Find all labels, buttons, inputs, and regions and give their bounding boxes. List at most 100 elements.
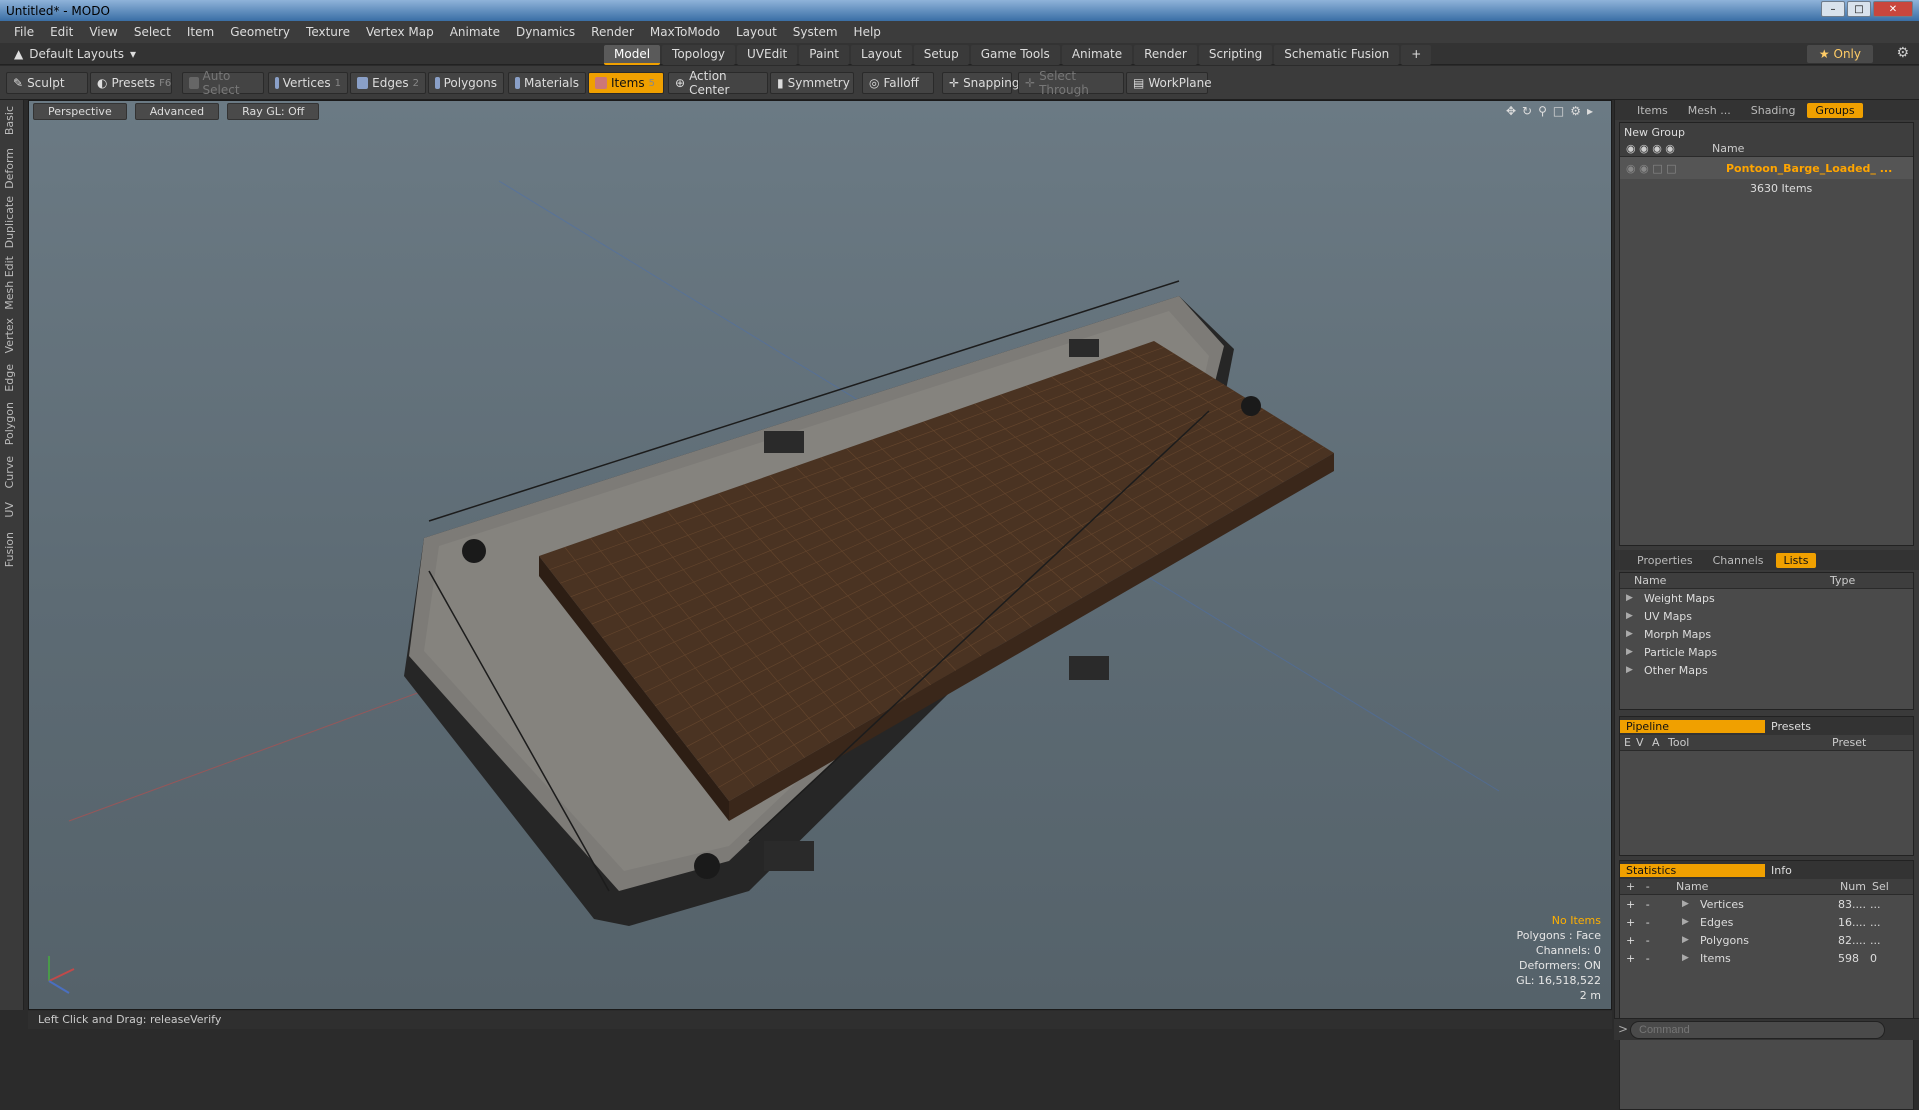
vertices-button[interactable]: Vertices 1 [268, 72, 348, 94]
menu-item[interactable]: Item [179, 25, 222, 39]
menu-help[interactable]: Help [846, 25, 889, 39]
left-tab-fusion[interactable]: Fusion [3, 532, 16, 567]
items-button[interactable]: Items 5 [588, 72, 664, 94]
edges-key: 2 [412, 77, 419, 89]
left-tab-polygon[interactable]: Polygon [3, 402, 16, 445]
tab-channels[interactable]: Channels [1705, 553, 1772, 568]
snapping-button[interactable]: ✛ Snapping [942, 72, 1019, 94]
tab-setup[interactable]: Setup [913, 45, 969, 65]
command-input[interactable] [1630, 1021, 1885, 1039]
menu-vertex-map[interactable]: Vertex Map [358, 25, 442, 39]
tab-groups[interactable]: Groups [1807, 102, 1863, 118]
presets-button[interactable]: ◐ Presets F6 [90, 72, 172, 94]
symmetry-button[interactable]: ▮ Symmetry [770, 72, 854, 94]
tab-pipeline[interactable]: Pipeline [1620, 719, 1765, 733]
tab-properties[interactable]: Properties [1629, 553, 1701, 568]
materials-button[interactable]: Materials [508, 72, 586, 94]
tab-render[interactable]: Render [1134, 45, 1197, 65]
gear-icon[interactable]: ⚙ [1896, 45, 1909, 61]
polygons-button[interactable]: Polygons [428, 72, 504, 94]
stat-row[interactable]: + - ▶ Edges 16....... [1620, 913, 1913, 931]
raygl-button[interactable]: Ray GL: Off [227, 103, 320, 120]
fit-icon[interactable]: □ [1553, 104, 1564, 118]
add-tab-button[interactable]: + [1401, 45, 1432, 65]
left-tab-vertex[interactable]: Vertex [3, 318, 16, 353]
new-group-button[interactable]: New Group [1620, 123, 1913, 141]
left-tab-uv[interactable]: UV [3, 502, 16, 518]
tab-statistics[interactable]: Statistics [1620, 863, 1765, 877]
presets-icon: ◐ [97, 76, 108, 90]
left-tab-basic[interactable]: Basic [3, 106, 16, 135]
left-tab-duplicate[interactable]: Duplicate [3, 196, 16, 248]
left-tab-mesh-edit[interactable]: Mesh Edit [3, 256, 16, 310]
menu-layout[interactable]: Layout [728, 25, 785, 39]
visibility-icons[interactable]: ◉ ◉ □ □ [1620, 162, 1726, 175]
advanced-button[interactable]: Advanced [134, 103, 220, 120]
edges-button[interactable]: Edges 2 [350, 72, 426, 94]
menu-render[interactable]: Render [583, 25, 642, 39]
tab-uvedit[interactable]: UVEdit [737, 45, 798, 65]
close-button[interactable]: ✕ [1873, 1, 1913, 17]
zoom-icon[interactable]: ⚲ [1538, 104, 1547, 118]
menu-geometry[interactable]: Geometry [222, 25, 298, 39]
left-tab-curve[interactable]: Curve [3, 456, 16, 488]
tab-info[interactable]: Info [1765, 864, 1792, 877]
stat-row[interactable]: + - ▶ Polygons 82....... [1620, 931, 1913, 949]
menu-file[interactable]: File [6, 25, 42, 39]
stat-num: 82.... [1838, 933, 1866, 947]
move-view-icon[interactable]: ✥ [1506, 104, 1516, 118]
tab-mesh[interactable]: Mesh ... [1680, 103, 1739, 118]
plus-minus-buttons[interactable]: + - [1620, 916, 1676, 929]
sculpt-button[interactable]: ✎ Sculpt [6, 72, 88, 94]
action-center-button[interactable]: ⊕ Action Center [668, 69, 768, 97]
viewport-gear-icon[interactable]: ⚙ [1570, 104, 1581, 118]
menu-maxtomodo[interactable]: MaxToModo [642, 25, 728, 39]
expand-icon: ▶ [1682, 935, 1689, 945]
list-item[interactable]: ▶ Morph Maps [1620, 625, 1913, 643]
select-through-button[interactable]: ✛ Select Through [1018, 69, 1124, 97]
menu-system[interactable]: System [785, 25, 846, 39]
auto-select-button[interactable]: Auto Select [182, 69, 264, 97]
menu-animate[interactable]: Animate [442, 25, 508, 39]
menu-texture[interactable]: Texture [298, 25, 358, 39]
stat-row[interactable]: + - ▶ Items 598 0 [1620, 949, 1913, 967]
rotate-view-icon[interactable]: ↻ [1522, 104, 1532, 118]
tab-topology[interactable]: Topology [662, 45, 736, 65]
tab-presets[interactable]: Presets [1765, 720, 1811, 733]
list-item[interactable]: ▶ Weight Maps [1620, 589, 1913, 607]
plus-minus-buttons[interactable]: + - [1620, 898, 1676, 911]
menu-view[interactable]: View [81, 25, 125, 39]
menu-select[interactable]: Select [126, 25, 179, 39]
tab-items[interactable]: Items [1629, 103, 1676, 118]
tab-shading[interactable]: Shading [1743, 103, 1804, 118]
list-item[interactable]: ▶ Particle Maps [1620, 643, 1913, 661]
tab-game-tools[interactable]: Game Tools [970, 45, 1060, 65]
viewport-menu-icon[interactable]: ▸ [1587, 104, 1593, 118]
workplane-button[interactable]: ▤ WorkPlane [1126, 72, 1212, 94]
tab-scripting[interactable]: Scripting [1198, 45, 1273, 65]
perspective-button[interactable]: Perspective [33, 103, 127, 120]
tab-lists[interactable]: Lists [1775, 552, 1817, 568]
group-row[interactable]: ◉ ◉ □ □ Pontoon_Barge_Loaded_ ... [1620, 157, 1913, 179]
stat-sel: ... [1870, 897, 1881, 911]
list-item[interactable]: ▶ UV Maps [1620, 607, 1913, 625]
stat-row[interactable]: + - ▶ Vertices 83....... [1620, 895, 1913, 913]
maximize-button[interactable]: □ [1847, 1, 1871, 17]
left-tab-edge[interactable]: Edge [3, 364, 16, 392]
list-item[interactable]: ▶ Other Maps [1620, 661, 1913, 679]
falloff-button[interactable]: ◎ Falloff [862, 72, 934, 94]
tab-animate[interactable]: Animate [1061, 45, 1133, 65]
only-button[interactable]: ★ Only [1806, 45, 1873, 63]
default-layouts-dropdown[interactable]: ▲ Default Layouts ▾ [14, 47, 136, 61]
tab-model[interactable]: Model [604, 45, 661, 65]
left-tab-deform[interactable]: Deform [3, 148, 16, 189]
menu-dynamics[interactable]: Dynamics [508, 25, 583, 39]
3d-viewport[interactable]: Perspective Advanced Ray GL: Off ✥ ↻ ⚲ □… [28, 100, 1612, 1010]
plus-minus-buttons[interactable]: + - [1620, 934, 1676, 947]
minimize-button[interactable]: – [1821, 1, 1845, 17]
tab-paint[interactable]: Paint [799, 45, 849, 65]
plus-minus-buttons[interactable]: + - [1620, 952, 1676, 965]
menu-edit[interactable]: Edit [42, 25, 81, 39]
tab-layout[interactable]: Layout [850, 45, 912, 65]
tab-schematic-fusion[interactable]: Schematic Fusion [1274, 45, 1400, 65]
